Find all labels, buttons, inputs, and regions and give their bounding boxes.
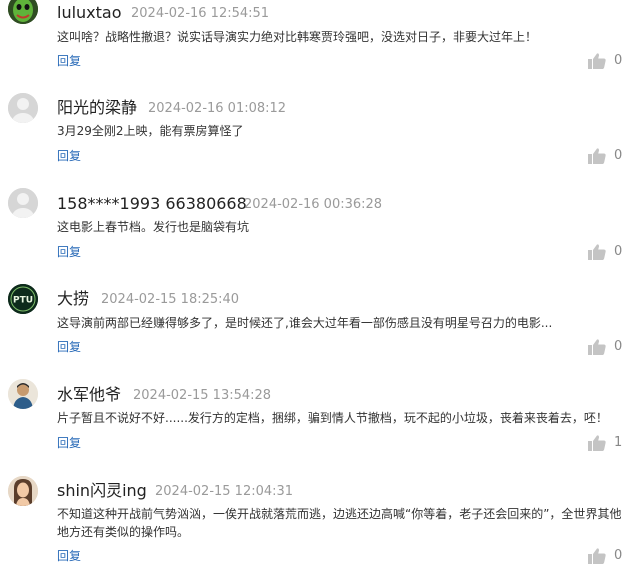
- thumbs-up-icon: [588, 548, 606, 564]
- comment-username[interactable]: 阳光的梁静: [57, 98, 137, 118]
- like-button[interactable]: 0: [588, 52, 640, 70]
- person-avatar-icon[interactable]: [8, 379, 38, 409]
- reply-button[interactable]: 回复: [57, 244, 81, 260]
- like-count: 0: [614, 548, 623, 563]
- thumbs-up-icon: [588, 435, 606, 451]
- comment-text: 不知道这种开战前气势汹汹，一俟开战就落荒而逃，边逃还边高喊“你等着，老子还会回来…: [57, 507, 622, 539]
- comment-text: 这叫啥？战略性撤退？说实话导演实力绝对比韩寒贾玲强吧，没选对日子，非要大过年上！: [57, 30, 538, 44]
- thumbs-up-icon: [588, 148, 606, 164]
- like-count: 0: [614, 148, 623, 163]
- like-button[interactable]: 0: [588, 547, 640, 565]
- default-avatar-icon[interactable]: [8, 188, 38, 218]
- comment-timestamp: 2024-02-15 13:54:28: [133, 388, 272, 403]
- comment-username[interactable]: 大捞: [57, 289, 89, 309]
- reply-button[interactable]: 回复: [57, 435, 81, 451]
- reply-button[interactable]: 回复: [57, 339, 81, 355]
- ptu-logo-avatar-icon[interactable]: PTU: [8, 284, 38, 314]
- comment-timestamp: 2024-02-16 01:08:12: [148, 101, 287, 116]
- like-count: 0: [614, 53, 623, 68]
- like-count: 1: [614, 435, 623, 450]
- comment-username[interactable]: 158****1993 66380668: [57, 194, 247, 214]
- reply-button[interactable]: 回复: [57, 148, 81, 164]
- ptu-logo-text: PTU: [13, 296, 33, 306]
- default-avatar-icon[interactable]: [8, 93, 38, 123]
- like-count: 0: [614, 339, 623, 354]
- comment-timestamp: 2024-02-15 18:25:40: [101, 292, 240, 307]
- thumbs-up-icon: [588, 339, 606, 355]
- like-button[interactable]: 0: [588, 243, 640, 261]
- comment-text: 这导演前两部已经赚得够多了，是时候还了,谁会大过年看一部伤感且没有明星号召力的电…: [57, 316, 553, 330]
- comment-timestamp: 2024-02-15 12:04:31: [155, 484, 294, 499]
- green-mask-avatar-icon[interactable]: [8, 0, 38, 24]
- like-button[interactable]: 0: [588, 147, 640, 165]
- reply-button[interactable]: 回复: [57, 548, 81, 564]
- comment-username[interactable]: 水军他爷: [57, 385, 121, 405]
- comment-username[interactable]: shin闪灵ing: [57, 481, 147, 501]
- like-button[interactable]: 1: [588, 434, 640, 452]
- like-count: 0: [614, 244, 623, 259]
- comment-text: 3月29全刚2上映，能有票房算怪了: [57, 124, 244, 138]
- comment-username[interactable]: luluxtao: [57, 3, 122, 23]
- reply-button[interactable]: 回复: [57, 53, 81, 69]
- comment-text: 片子暂且不说好不好......发行方的定档，捆绑，骗到情人节撤档，玩不起的小垃圾…: [57, 411, 608, 425]
- woman-avatar-icon[interactable]: [8, 476, 38, 506]
- thumbs-up-icon: [588, 53, 606, 69]
- comment-text: 这电影上春节档。发行也是脑袋有坑: [57, 220, 250, 234]
- comment-timestamp: 2024-02-16 00:36:28: [244, 197, 383, 212]
- comment-timestamp: 2024-02-16 12:54:51: [131, 6, 270, 21]
- thumbs-up-icon: [588, 244, 606, 260]
- like-button[interactable]: 0: [588, 338, 640, 356]
